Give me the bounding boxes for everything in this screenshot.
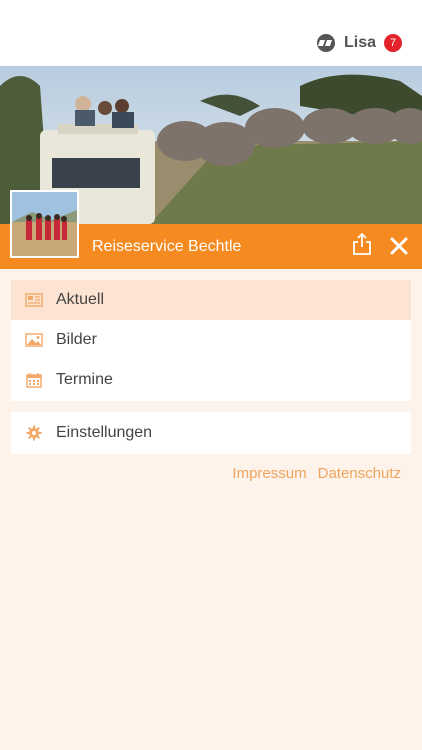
menu-item-label: Termine xyxy=(56,371,113,388)
app-logo-icon xyxy=(316,34,335,52)
calendar-icon xyxy=(25,371,43,389)
user-profile[interactable]: Lisa 7 xyxy=(316,33,402,53)
business-avatar xyxy=(10,190,79,258)
business-name: Reiseservice Bechtle xyxy=(92,238,242,255)
menu-item-bilder[interactable]: Bilder xyxy=(11,320,411,360)
settings-menu: Einstellungen xyxy=(11,412,411,454)
gear-icon xyxy=(25,424,43,442)
newspaper-icon xyxy=(25,291,43,309)
notification-badge: 7 xyxy=(384,34,402,52)
user-name: Lisa xyxy=(343,34,376,51)
share-icon[interactable] xyxy=(352,232,372,256)
impressum-link[interactable]: Impressum xyxy=(232,465,306,482)
menu-item-aktuell[interactable]: Aktuell xyxy=(11,280,411,320)
menu-item-termine[interactable]: Termine xyxy=(11,360,411,400)
menu-item-label: Einstellungen xyxy=(56,424,153,441)
close-icon[interactable] xyxy=(389,236,409,256)
footer-links: Impressum Datenschutz xyxy=(232,465,401,482)
main-menu: Aktuell Bilder Termine xyxy=(11,280,411,401)
image-icon xyxy=(25,331,43,349)
datenschutz-link[interactable]: Datenschutz xyxy=(318,465,401,482)
menu-item-label: Aktuell xyxy=(56,291,105,308)
top-bar: Lisa 7 xyxy=(0,0,422,66)
menu-item-label: Bilder xyxy=(56,331,97,348)
menu-item-einstellungen[interactable]: Einstellungen xyxy=(11,412,411,454)
